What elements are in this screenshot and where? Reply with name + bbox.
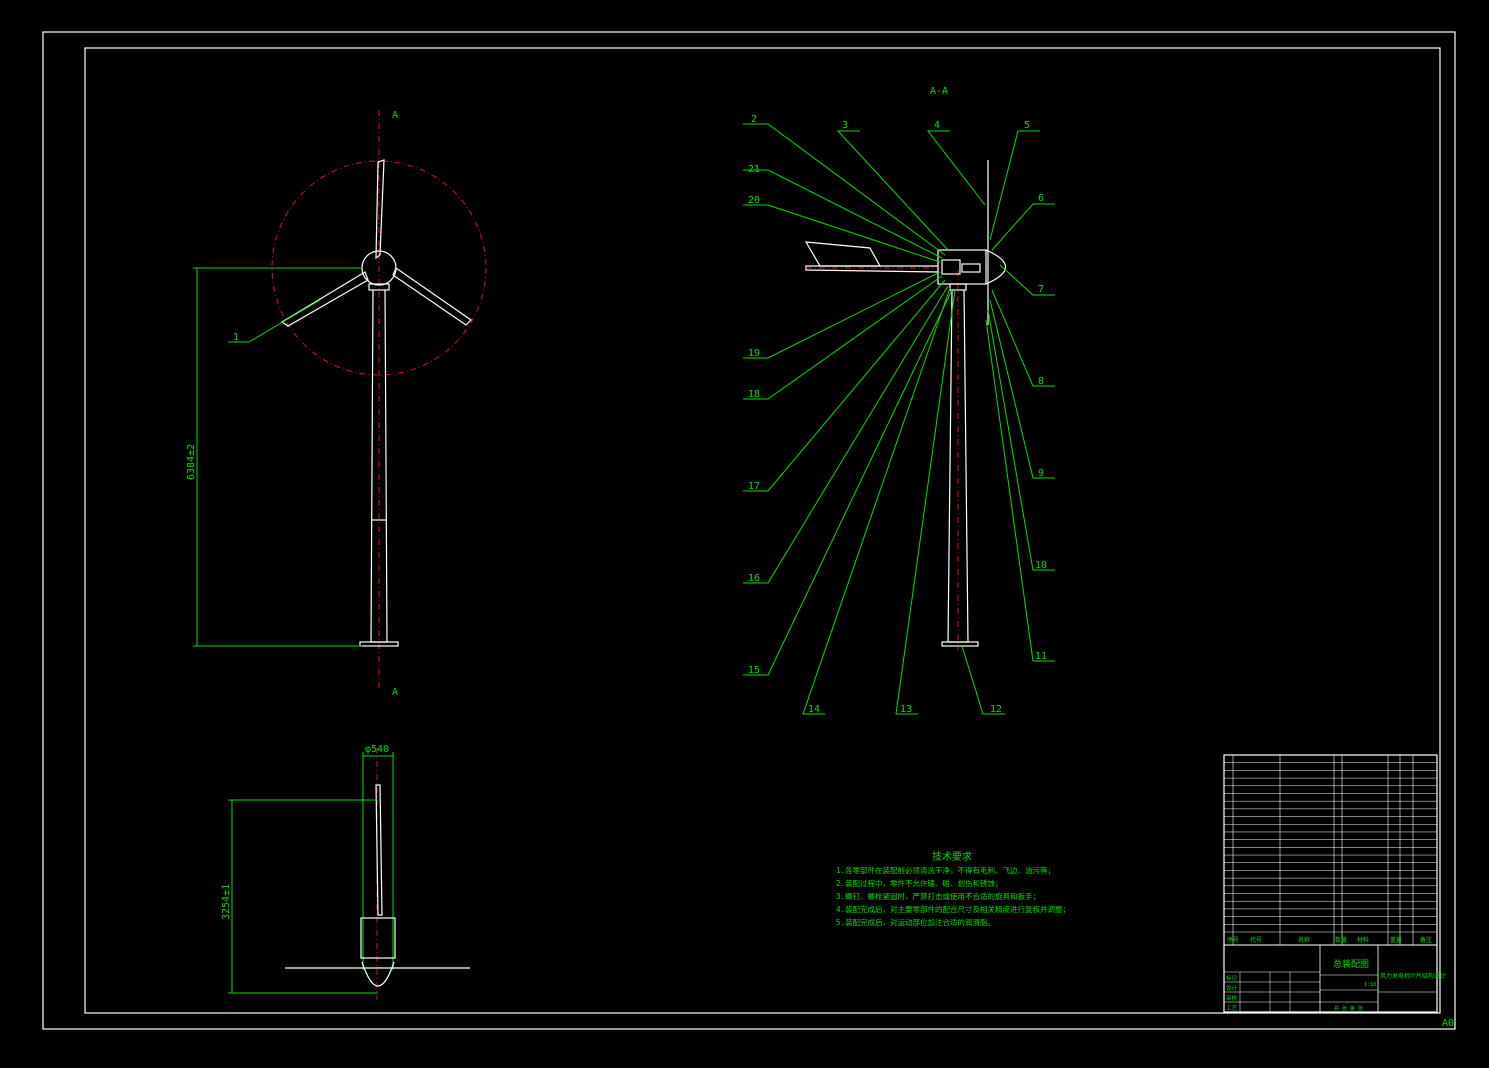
callout-12: 12: [990, 704, 1002, 715]
outer-frame: [42, 31, 1456, 1030]
callout-18: 18: [748, 389, 760, 400]
nacelle-top: [360, 917, 396, 959]
height-dimension-text: 6384±2: [186, 444, 197, 480]
svg-text:设计: 设计: [1226, 984, 1238, 992]
callout-5: 5: [1024, 120, 1030, 131]
svg-text:重量: 重量: [1390, 936, 1402, 944]
section-mark-top: A: [392, 110, 398, 121]
svg-text:审核: 审核: [1226, 994, 1238, 1002]
callout-19: 19: [748, 348, 760, 359]
title-block: 序号 代号 名称 数量 材料 重量 备注 总装配图 风力发电机叶片结构设计 1:…: [1223, 754, 1446, 1013]
inner-frame: [84, 47, 1441, 1014]
front-view: A A 6384±2 1: [186, 110, 487, 698]
callout-6: 6: [1038, 193, 1044, 204]
project-name: 风力发电机叶片结构设计: [1380, 972, 1446, 980]
callout-14: 14: [808, 704, 820, 715]
tail-boom: [805, 265, 939, 273]
note-line-5: 5.装配完成后，对运动部位加注合适的润滑脂。: [836, 917, 995, 927]
blade-left: [280, 271, 369, 327]
svg-text:名称: 名称: [1298, 936, 1310, 944]
leader-lines: [743, 123, 1055, 715]
technical-notes: 技术要求 1.各零部件在装配前必须清洗干净，不得有毛刺、飞边、油污等； 2.装配…: [836, 850, 1070, 927]
callout-15: 15: [748, 665, 760, 676]
svg-text:代号: 代号: [1250, 936, 1262, 944]
callout-13: 13: [900, 704, 912, 715]
callout-8: 8: [1038, 376, 1044, 387]
callout-10: 10: [1035, 560, 1047, 571]
note-line-4: 4.装配完成后，对主要零部件的配合尺寸及相关精度进行复核并调整；: [836, 904, 1070, 914]
drawing-svg: A0 A A 6384±2 1 φ540 3254±1 A-A 2 21 20 …: [42, 31, 1456, 1030]
svg-text:数量: 数量: [1335, 936, 1347, 944]
svg-text:备注: 备注: [1420, 936, 1432, 944]
callout-1: 1: [233, 332, 239, 343]
callout-17: 17: [748, 481, 760, 492]
notes-title: 技术要求: [932, 850, 972, 863]
callout-20: 20: [748, 195, 760, 206]
callout-9: 9: [1038, 468, 1044, 479]
drawing-name: 总装配图: [1333, 958, 1369, 970]
scale-value: 1:10: [1364, 982, 1376, 988]
length-dimension-text: 3254±1: [221, 884, 232, 920]
blade-right: [392, 267, 472, 326]
callout-7: 7: [1038, 284, 1044, 295]
callout-11: 11: [1035, 651, 1047, 662]
svg-text:序号: 序号: [1227, 936, 1239, 944]
section-view: A-A 2 21 20 19 18 17 16 15 3 4 5 6 7 8 9…: [743, 86, 1055, 715]
section-title: A-A: [930, 86, 948, 97]
section-mark-bottom: A: [392, 687, 398, 698]
diameter-dimension-text: φ540: [365, 744, 389, 755]
callout-21: 21: [748, 164, 760, 175]
tail-vane: [804, 241, 882, 267]
blade-top: [375, 159, 385, 260]
callout-4: 4: [934, 120, 940, 131]
svg-text:材料: 材料: [1357, 936, 1369, 944]
callout-16: 16: [748, 573, 760, 584]
sheet-count: 共 张 第 张: [1334, 1005, 1363, 1012]
top-view: φ540 3254±1: [221, 744, 470, 1000]
callout-2: 2: [751, 114, 757, 125]
sheet-size-label: A0: [1442, 1018, 1454, 1029]
nose-cone-top: [361, 961, 395, 987]
callout-3: 3: [842, 120, 848, 131]
note-line-2: 2.装配过程中，零件不允许磕、碰、划伤和锈蚀；: [836, 878, 1003, 888]
note-line-3: 3.螺钉、螺栓紧固时，严禁打击或使用不合适的旋具和扳手；: [836, 891, 1040, 901]
cad-drawing-canvas: A0 A A 6384±2 1 φ540 3254±1 A-A 2 21 20 …: [0, 0, 1489, 1064]
svg-text:标记: 标记: [1226, 974, 1238, 982]
note-line-1: 1.各零部件在装配前必须清洗干净，不得有毛刺、飞边、油污等；: [836, 865, 1055, 875]
svg-text:工艺: 工艺: [1226, 1005, 1238, 1012]
